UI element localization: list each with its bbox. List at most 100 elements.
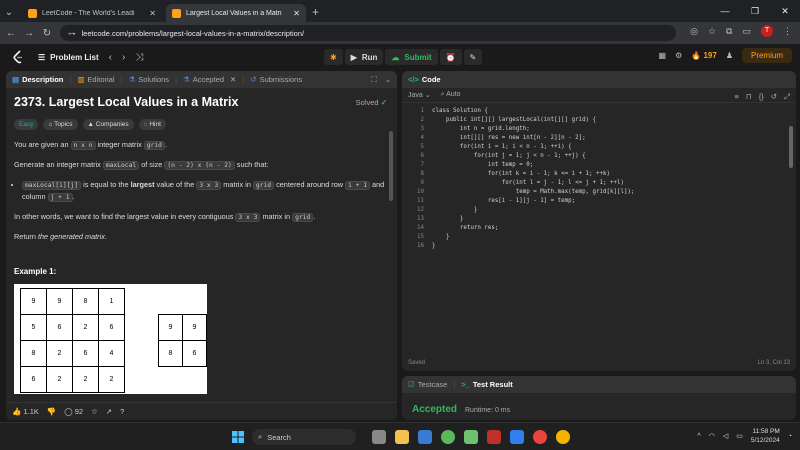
close-tab-icon[interactable]: ✕ — [149, 9, 156, 18]
close-tab-icon[interactable]: ✕ — [293, 9, 300, 18]
next-problem-icon[interactable]: › — [122, 52, 125, 63]
autocomplete-toggle[interactable]: ⌕ Auto — [441, 91, 461, 99]
hint-tag[interactable]: ◌ Hint — [138, 119, 166, 130]
file-explorer-icon[interactable] — [395, 430, 409, 444]
volume-icon[interactable]: ◁ — [723, 432, 728, 440]
taskbar-search[interactable]: ⌕ Search — [252, 429, 356, 445]
thumbs-up-icon: 👍 — [12, 407, 22, 416]
store-icon[interactable] — [418, 430, 432, 444]
line-number: 3 — [420, 126, 425, 132]
favorite-icon[interactable]: ☆ — [91, 407, 98, 416]
shuffle-icon[interactable]: ⤨ — [135, 52, 143, 63]
comment-count: 92 — [74, 407, 84, 416]
forward-icon[interactable]: → — [20, 28, 38, 39]
tab-label: Test Result — [472, 380, 513, 389]
collapse-icon[interactable]: ⌄ — [385, 75, 391, 84]
profile-avatar[interactable]: T — [761, 25, 773, 37]
comments-button[interactable]: ◯ 92 — [64, 407, 83, 416]
tab-test-result[interactable]: >_ Test Result — [455, 380, 518, 389]
dislike-button[interactable]: 👎 — [47, 407, 56, 416]
share-icon[interactable]: ↗ — [106, 407, 112, 416]
site-info-icon[interactable]: ⊶ — [68, 29, 76, 38]
layout-icon[interactable]: ▦ — [659, 51, 667, 60]
header-right: ▦ ⚙ 🔥 197 ♟ Premium — [659, 48, 792, 63]
flask-icon: ⚗ — [128, 75, 136, 84]
browser-tab-leetcode[interactable]: LeetCode - The World's Leadi ✕ — [22, 4, 162, 22]
menu-icon[interactable]: ⋮ — [783, 26, 792, 37]
sidepanel-icon[interactable]: ▭ — [742, 26, 751, 37]
game-icon[interactable] — [487, 430, 501, 444]
cursor-position: Ln 3, Col 13 — [757, 360, 790, 366]
notes-icon[interactable]: ✎ — [463, 49, 483, 65]
eye-off-icon[interactable]: ◎ — [690, 26, 698, 37]
code-line: class Solution { — [432, 108, 488, 114]
address-bar[interactable]: ⊶ leetcode.com/problems/largest-local-va… — [60, 25, 676, 41]
language-select[interactable]: Java ⌄ — [408, 91, 431, 99]
search-icon: ⌕ — [258, 432, 263, 441]
streak-counter[interactable]: 🔥 197 — [691, 51, 717, 60]
save-status: Saved — [408, 360, 426, 366]
editor-scrollbar[interactable] — [789, 126, 793, 168]
settings-icon[interactable]: ⚙ — [675, 51, 682, 60]
close-window-button[interactable]: ✕ — [770, 0, 800, 22]
task-view-icon[interactable] — [372, 430, 386, 444]
tab-description[interactable]: ▤ Description — [6, 75, 69, 84]
description-scrollbar[interactable] — [389, 131, 393, 201]
vscode-icon[interactable] — [510, 430, 524, 444]
braces-icon[interactable]: {} — [759, 92, 764, 102]
help-icon[interactable]: ? — [120, 407, 124, 416]
run-button[interactable]: ▶ Run — [344, 49, 384, 65]
desc-paragraph: In other words, we want to find the larg… — [14, 212, 316, 222]
tab-editorial[interactable]: ▥ Editorial — [71, 75, 120, 84]
reset-icon[interactable]: ↺ — [771, 92, 777, 102]
back-icon[interactable]: ← — [2, 28, 20, 39]
premium-button[interactable]: Premium — [741, 48, 792, 63]
test-panel: ☑ Testcase | >_ Test Result Accepted Runti… — [402, 376, 796, 420]
companies-tag[interactable]: ▲ Companies — [82, 119, 134, 130]
fullscreen-icon[interactable]: ⤢ — [784, 92, 790, 102]
tab-submissions[interactable]: ↺ Submissions — [244, 75, 308, 84]
debug-icon[interactable]: ✱ — [324, 49, 343, 65]
leetcode-logo-icon[interactable] — [12, 50, 24, 64]
notification-icon[interactable]: ◔ — [788, 433, 792, 440]
browser-tab-problem[interactable]: Largest Local Values in a Matri ✕ — [166, 4, 306, 22]
maximize-button[interactable]: ❐ — [740, 0, 770, 22]
prev-problem-icon[interactable]: ‹ — [109, 52, 112, 63]
avatar[interactable]: ♟ — [726, 51, 733, 60]
chrome-active-icon[interactable] — [556, 430, 570, 444]
extensions-icon[interactable]: ⧉ — [726, 26, 732, 37]
code-line: } — [432, 243, 436, 249]
minimize-button[interactable]: — — [710, 0, 740, 22]
desc-paragraph: Generate an integer matrix maxLocal of s… — [14, 160, 269, 170]
tab-accepted[interactable]: ⚗ Accepted ✕ — [177, 75, 242, 84]
format-icon[interactable]: ≡ — [734, 92, 738, 102]
code-line: for(int l = j - 1; l <= j + 1; ++l) — [432, 180, 624, 186]
app-icon[interactable] — [464, 430, 478, 444]
bookmark-icon[interactable]: ⊓ — [746, 92, 752, 102]
clock-time: 11:58 PM — [752, 428, 780, 435]
tab-testcase[interactable]: ☑ Testcase — [402, 380, 453, 389]
code-editor[interactable]: 1 2 3 4 5 6 7 8 9 10 11 12 13 14 15 16 c… — [402, 106, 796, 346]
problem-list-button[interactable]: ☰ Problem List — [38, 53, 99, 62]
wifi-icon[interactable]: ◠ — [709, 432, 715, 440]
like-button[interactable]: 👍 1.1K — [12, 407, 39, 416]
code-line: int temp = 0; — [432, 162, 534, 168]
timer-icon[interactable]: ⏰ — [439, 49, 462, 65]
new-tab-button[interactable]: + — [312, 5, 319, 19]
reload-icon[interactable]: ↻ — [38, 28, 56, 39]
windows-start-icon[interactable] — [232, 431, 244, 443]
tab-solutions[interactable]: ⚗ Solutions — [122, 75, 175, 84]
code-line: int[][] res = new int[n - 2][n - 2]; — [432, 135, 586, 141]
clock[interactable]: 11:58 PM 5/12/2024 — [751, 427, 780, 445]
topics-tag[interactable]: ⌂ Topics — [43, 119, 78, 130]
submit-button[interactable]: ☁ Submit — [385, 49, 438, 65]
tab-search-icon[interactable]: ⌄ — [0, 7, 18, 18]
bookmark-star-icon[interactable]: ☆ — [708, 26, 716, 37]
close-tab-icon[interactable]: ✕ — [230, 75, 236, 84]
chevron-up-icon[interactable]: ^ — [697, 433, 700, 440]
xbox-icon[interactable] — [441, 430, 455, 444]
tab-code[interactable]: </> Code — [402, 75, 447, 84]
expand-icon[interactable]: ⛶ — [371, 75, 376, 85]
chrome-icon[interactable] — [533, 430, 547, 444]
battery-icon[interactable]: ▭ — [736, 432, 743, 440]
